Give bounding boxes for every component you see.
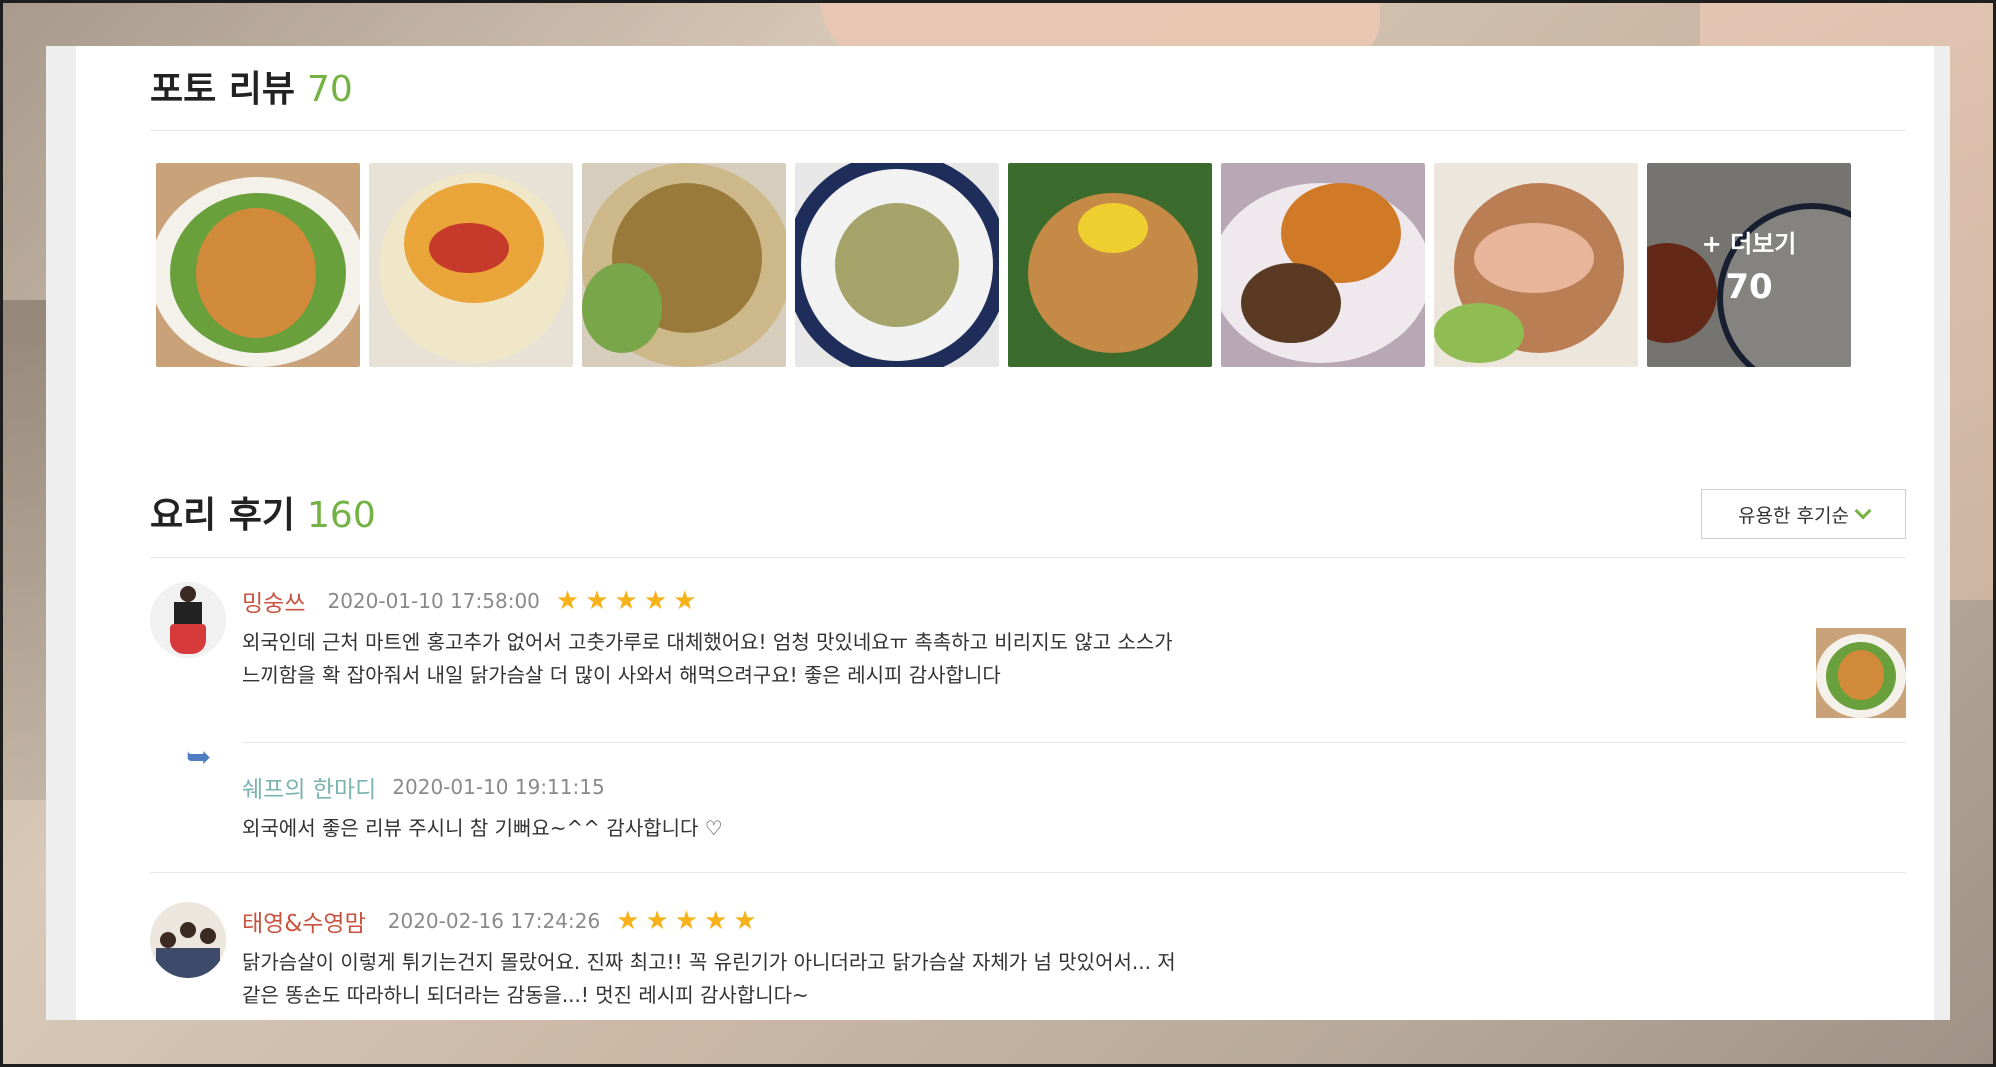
review-text-line: 닭가슴살이 이렇게 튀기는건지 몰랐어요. 진짜 최고!! 꼭 유린기가 아니더… [242, 950, 1176, 974]
more-label: + 더보기 [1701, 229, 1797, 258]
star-icon: ★ [585, 586, 609, 616]
chef-reply-label: 쉐프의 한마디 [242, 777, 377, 803]
divider [150, 557, 1906, 558]
photo-strip: + 더보기 70 [156, 163, 1851, 367]
photo-thumbnail[interactable] [582, 163, 786, 367]
photo-review-count: 70 [307, 69, 353, 110]
avatar[interactable] [150, 582, 226, 658]
review-text-line: 같은 똥손도 따라하니 되더라는 감동을...! 멋진 레시피 감사합니다~ [242, 983, 809, 1007]
chevron-down-icon [1854, 502, 1872, 520]
star-icon: ★ [555, 586, 580, 616]
review-text-line: 외국인데 근처 마트엔 홍고추가 없어서 고춧가루로 대체했어요! 엄청 맛있네… [242, 630, 1173, 654]
reviewer-name[interactable]: 밍숭쓰 [242, 584, 305, 618]
review-item: 밍숭쓰 2020-01-10 17:58:00 ★ ★ ★ ★ ★ 외국인데 근… [242, 584, 1222, 692]
review-photo[interactable] [1816, 628, 1906, 718]
divider [150, 130, 1906, 131]
review-text: 닭가슴살이 이렇게 튀기는건지 몰랐어요. 진짜 최고!! 꼭 유린기가 아니더… [242, 946, 1222, 1012]
star-icon: ★ [616, 906, 640, 936]
reply-arrow-icon: ➥ [186, 740, 212, 775]
review-date: 2020-01-10 17:58:00 [327, 589, 540, 613]
chef-reply: 쉐프의 한마디 2020-01-10 19:11:15 외국에서 좋은 리뷰 주… [242, 770, 1222, 845]
cook-review-count: 160 [307, 495, 376, 536]
review-panel: 포토 리뷰 70 + 더보기 70 요리 후기 160 유용한 후기순 밍숭쓰 … [46, 46, 1950, 1020]
reply-date: 2020-01-10 19:11:15 [392, 775, 605, 799]
sort-dropdown[interactable]: 유용한 후기순 [1701, 489, 1906, 539]
photo-review-title: 포토 리뷰 [150, 69, 296, 110]
review-text-line: 느끼함을 확 잡아줘서 내일 닭가슴살 더 많이 사와서 해먹으려구요! 좋은 … [242, 663, 1001, 687]
star-icon: ★ [645, 906, 669, 936]
reviewer-name[interactable]: 태영&수영맘 [242, 904, 366, 938]
photo-thumbnail[interactable] [156, 163, 360, 367]
star-rating: ★ ★ ★ ★ ★ [556, 588, 697, 614]
photo-review-header: 포토 리뷰 70 [150, 60, 353, 112]
photo-thumbnail[interactable] [1008, 163, 1212, 367]
divider [242, 742, 1906, 743]
more-photos-button[interactable]: + 더보기 70 [1647, 163, 1851, 367]
star-icon: ★ [643, 586, 668, 616]
star-icon: ★ [614, 586, 638, 616]
star-icon: ★ [733, 906, 757, 936]
photo-thumbnail[interactable] [369, 163, 573, 367]
divider [150, 872, 1906, 873]
review-date: 2020-02-16 17:24:26 [387, 909, 601, 933]
star-icon: ★ [673, 586, 697, 616]
cook-review-title: 요리 후기 [150, 495, 296, 536]
review-text: 외국인데 근처 마트엔 홍고추가 없어서 고춧가루로 대체했어요! 엄청 맛있네… [242, 626, 1222, 692]
cook-review-header: 요리 후기 160 [150, 486, 376, 538]
photo-thumbnail[interactable] [1434, 163, 1638, 367]
more-count: 70 [1725, 266, 1773, 307]
reply-text: 외국에서 좋은 리뷰 주시니 참 기뻐요~^^ 감사합니다 ♡ [242, 816, 723, 840]
review-item: 태영&수영맘 2020-02-16 17:24:26 ★ ★ ★ ★ ★ 닭가슴… [242, 904, 1222, 1012]
panel-edge [1934, 46, 1950, 1020]
sort-label: 유용한 후기순 [1738, 504, 1849, 527]
star-icon: ★ [674, 906, 699, 936]
star-rating: ★ ★ ★ ★ ★ [616, 908, 757, 934]
panel-edge [46, 46, 76, 1020]
star-icon: ★ [704, 906, 728, 936]
photo-thumbnail[interactable] [1221, 163, 1425, 367]
photo-thumbnail[interactable] [795, 163, 999, 367]
avatar[interactable] [150, 902, 226, 978]
